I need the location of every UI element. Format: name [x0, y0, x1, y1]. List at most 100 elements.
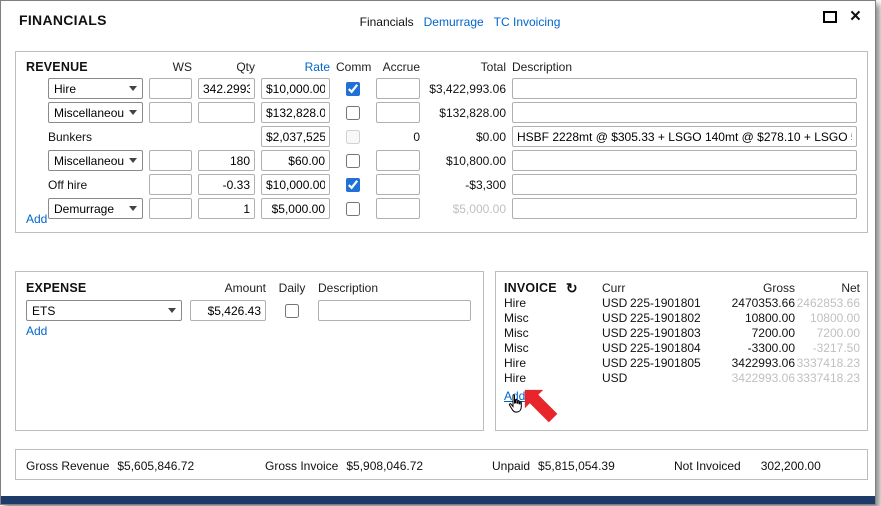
summary-bar: Gross Revenue $5,605,846.72 Gross Invoic…: [15, 449, 868, 480]
ws-input[interactable]: [149, 174, 192, 195]
gross-invoice-label: Gross Invoice: [265, 459, 338, 473]
accrue-input[interactable]: [376, 174, 420, 195]
rate-input[interactable]: [261, 78, 330, 99]
invoice-gross: 10800.00: [706, 311, 795, 326]
ws-input[interactable]: [149, 198, 192, 219]
nav-financials[interactable]: Financials: [360, 15, 414, 29]
comm-checkbox[interactable]: [346, 82, 360, 96]
invoice-number: 225-1901802: [630, 311, 706, 326]
invoice-net: 7200.00: [795, 326, 860, 341]
revenue-col-header-comm: Comm: [336, 60, 370, 74]
expense-type-select[interactable]: ETS: [26, 300, 182, 321]
invoice-type: Misc: [504, 341, 602, 356]
red-arrow-annotation: [516, 381, 563, 428]
invoice-net: -3217.50: [795, 341, 860, 356]
invoice-type: Hire: [504, 371, 602, 386]
comm-checkbox[interactable]: [346, 178, 360, 192]
revenue-col-header-ws: WS: [149, 60, 192, 74]
rate-input[interactable]: [261, 198, 330, 219]
invoice-number: 225-1901804: [630, 341, 706, 356]
row-total: $132,828.00: [426, 106, 506, 120]
daily-checkbox[interactable]: [285, 304, 299, 318]
invoice-curr: USD: [602, 356, 630, 371]
expense-section: EXPENSE Amount Daily Description ETS Add: [15, 271, 484, 431]
close-icon[interactable]: ×: [850, 11, 861, 23]
invoice-number: 225-1901803: [630, 326, 706, 341]
revenue-row: Bunkers 0 $0.00: [16, 126, 867, 147]
description-input[interactable]: [318, 300, 471, 321]
row-total: $0.00: [426, 130, 506, 144]
unpaid-value: $5,815,054.39: [538, 459, 615, 473]
ws-input[interactable]: [149, 78, 192, 99]
description-input[interactable]: [512, 78, 857, 99]
nav-tc-invoicing[interactable]: TC Invoicing: [494, 15, 561, 29]
ws-input[interactable]: [149, 102, 192, 123]
expense-title: EXPENSE: [26, 281, 182, 295]
revenue-section: REVENUE WS Qty Rate Comm Accrue Total De…: [15, 51, 868, 233]
revenue-type-select[interactable]: Miscellaneous: [48, 102, 143, 123]
comm-checkbox[interactable]: [346, 154, 360, 168]
qty-input[interactable]: [198, 78, 255, 99]
revenue-row-label: Bunkers: [48, 130, 143, 144]
rate-input[interactable]: [261, 102, 330, 123]
invoice-curr: USD: [602, 341, 630, 356]
revenue-col-header-rate[interactable]: Rate: [261, 60, 330, 74]
description-input[interactable]: [512, 126, 857, 147]
expense-col-header-daily: Daily: [274, 281, 310, 295]
invoice-gross: 7200.00: [706, 326, 795, 341]
revenue-type-select[interactable]: Miscellaneous: [48, 150, 143, 171]
description-input[interactable]: [512, 174, 857, 195]
financials-dialog: FINANCIALS FinancialsDemurrageTC Invoici…: [0, 0, 876, 505]
comm-checkbox[interactable]: [346, 106, 360, 120]
revenue-col-header-accrue: Accrue: [376, 60, 420, 74]
rate-input[interactable]: [261, 150, 330, 171]
revenue-type-select[interactable]: Demurrage: [48, 198, 143, 219]
invoice-row: Hire USD 3422993.06 3337418.23: [496, 371, 867, 386]
comm-checkbox: [346, 130, 360, 144]
description-input[interactable]: [512, 102, 857, 123]
comm-checkbox[interactable]: [346, 202, 360, 216]
revenue-col-header-total: Total: [426, 60, 506, 74]
window-controls: ×: [823, 11, 861, 23]
revenue-row-label: Off hire: [48, 178, 143, 192]
invoice-row: Hire USD 225-1901801 2470353.66 2462853.…: [496, 296, 867, 311]
revenue-col-header-qty: Qty: [198, 60, 255, 74]
qty-input[interactable]: [198, 174, 255, 195]
revenue-row: Miscellaneous $10,800.00: [16, 150, 867, 171]
invoice-col-header-gross: Gross: [706, 281, 795, 295]
invoice-gross: 3422993.06: [706, 356, 795, 371]
invoice-row: Hire USD 225-1901805 3422993.06 3337418.…: [496, 356, 867, 371]
gross-invoice-value: $5,908,046.72: [346, 459, 423, 473]
revenue-type-select[interactable]: Hire: [48, 78, 143, 99]
accrue-input[interactable]: [376, 150, 420, 171]
revenue-row: Hire $3,422,993.06: [16, 78, 867, 99]
maximize-icon[interactable]: [823, 11, 837, 23]
accrue-input[interactable]: [376, 198, 420, 219]
rate-input[interactable]: [261, 126, 330, 147]
revenue-col-header-description: Description: [512, 60, 857, 74]
invoice-row: Misc USD 225-1901804 -3300.00 -3217.50: [496, 341, 867, 356]
invoice-type: Misc: [504, 311, 602, 326]
amount-input[interactable]: [190, 300, 266, 321]
qty-input[interactable]: [198, 198, 255, 219]
description-input[interactable]: [512, 150, 857, 171]
top-nav: Financials Demurrage TC Invoicing: [23, 15, 881, 29]
revenue-add-link[interactable]: Add: [26, 212, 47, 226]
invoice-row: Misc USD 225-1901803 7200.00 7200.00: [496, 326, 867, 341]
description-input[interactable]: [512, 198, 857, 219]
qty-input[interactable]: [198, 102, 255, 123]
row-total: $3,422,993.06: [426, 82, 506, 96]
refresh-icon[interactable]: ↻: [566, 282, 578, 294]
gross-revenue-label: Gross Revenue: [26, 459, 109, 473]
accrue-input[interactable]: [376, 78, 420, 99]
ws-input[interactable]: [149, 150, 192, 171]
accrue-input[interactable]: [376, 102, 420, 123]
unpaid-label: Unpaid: [492, 459, 530, 473]
invoice-section: INVOICE ↻ Curr Gross Net Hire USD 225-19…: [495, 271, 868, 431]
expense-add-link[interactable]: Add: [26, 324, 47, 338]
invoice-gross: -3300.00: [706, 341, 795, 356]
invoice-curr: USD: [602, 296, 630, 311]
nav-demurrage[interactable]: Demurrage: [424, 15, 484, 29]
rate-input[interactable]: [261, 174, 330, 195]
qty-input[interactable]: [198, 150, 255, 171]
